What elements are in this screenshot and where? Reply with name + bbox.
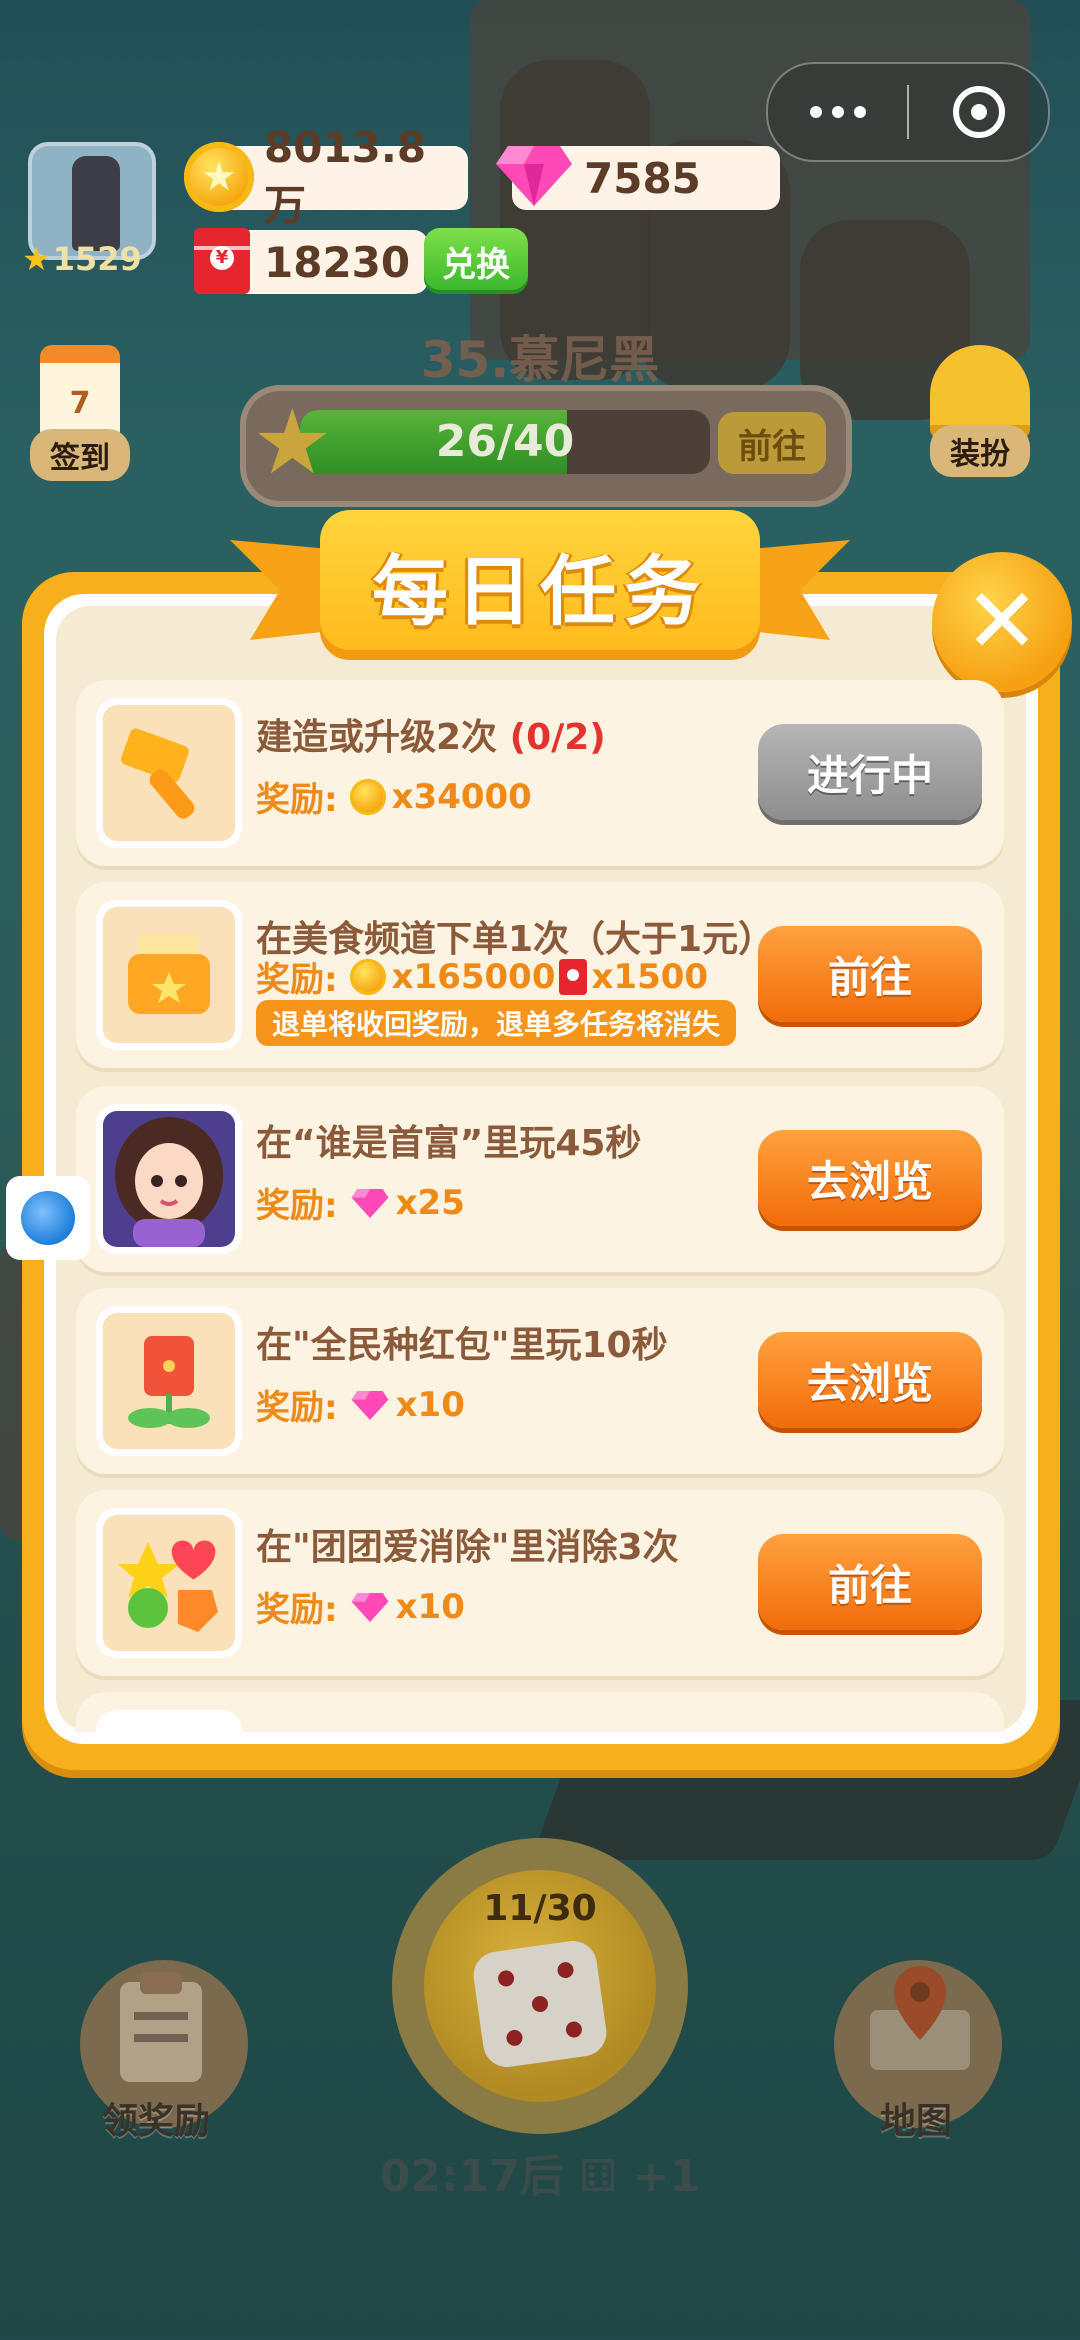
fruit-match-icon [103,1515,235,1651]
dress-up-label: 装扮 [930,425,1030,477]
reward-label: 奖励: [256,960,338,1000]
gem-icon [496,146,572,206]
reward-gem: x10 [395,1384,465,1425]
gem-value: 7585 [584,153,701,203]
task-item: 在“谁是首富”里玩45秒 奖励: x25 去浏览 [76,1086,1004,1272]
reward-coin: x165000 [391,956,556,997]
task-title: 在“谁是首富”里玩45秒 [256,1123,642,1164]
gem-icon [351,1188,389,1218]
dice-refill-timer: 02:17后 ⚅ +1 [370,2140,710,2204]
coin-icon [349,958,386,995]
map-pin-icon [870,1966,970,2070]
goto-button[interactable]: 前往 [758,926,982,1022]
gem-icon [351,1592,389,1622]
timer-text: 02:17后 [379,2151,564,2202]
city-title: 35.慕尼黑 [420,331,660,389]
reward-coin: x34000 [391,776,532,817]
floating-assistant-button[interactable] [6,1176,90,1260]
food-bag-icon [103,907,235,1043]
avatar-level: ★1529 [22,240,142,278]
reward-label: 奖励: [256,1186,338,1226]
close-miniprogram-icon[interactable] [909,86,1048,138]
refund-warning: 退单将收回奖励，退单多任务将消失 [256,1000,737,1046]
timer-bonus: +1 [632,2151,701,2202]
modal-title-ribbon: 每日任务 [320,510,760,660]
reward-redpacket: x1500 [591,956,709,997]
browse-button[interactable]: 去浏览 [758,1332,982,1428]
close-button[interactable]: ✕ [932,552,1072,692]
assistant-icon [21,1191,75,1245]
exchange-button[interactable]: 兑换 [424,228,528,294]
sign-in-label: 签到 [30,429,130,481]
red-packet-flower-icon [103,1313,235,1449]
task-title: 在"团团爱消除"里消除3次 [256,1527,679,1568]
coin-icon: ★ [184,142,254,212]
clipboard-icon [120,1972,202,2082]
star-icon: ★ [22,240,51,278]
in-progress-button[interactable]: 进行中 [758,724,982,820]
close-icon: ✕ [964,569,1040,674]
task-item: 建造或升级2次 (0/2) 奖励: x34000 进行中 [76,680,1004,866]
reward-label: 奖励: [256,1590,338,1630]
hammer-icon [103,705,235,841]
city-progress-text: 26/40 [435,416,575,467]
reward-gem: x25 [395,1182,465,1223]
coin-value: 8013.8万 [264,123,427,230]
task-item: 在"全民种红包"里玩10秒 奖励: x10 去浏览 [76,1288,1004,1474]
miniprogram-capsule [766,62,1050,162]
browse-button[interactable]: 去浏览 [758,1130,982,1226]
goto-button[interactable]: 前往 [758,1534,982,1630]
city-goto-button[interactable]: 前往 [718,412,826,474]
task-progress: (0/2) [509,717,606,758]
task-item: 在美食频道下单1次（大于1元） 奖励: x165000 x1500 退单将收回奖励，… [76,882,1004,1068]
dice-count: 11/30 [483,1888,597,1929]
map-label: 地图 [880,2101,953,2142]
redpacket-value: 18230 [264,237,411,287]
more-menu-icon[interactable] [768,106,907,118]
reward-gem: x10 [395,1586,465,1627]
modal-title: 每日任务 [372,547,708,636]
gem-icon [351,1390,389,1420]
girl-avatar-icon [103,1111,235,1247]
reward-label: 奖励: [256,780,338,820]
task-title: 建造或升级2次 [256,717,498,758]
red-packet-icon [559,958,588,995]
dice-small-icon: ⚅ [579,2151,618,2202]
task-item: 在"团团爱消除"里消除3次 奖励: x10 前往 [76,1490,1004,1676]
coin-icon [349,778,386,815]
task-title: 在"全民种红包"里玩10秒 [256,1325,668,1366]
task-item-partial [76,1692,1004,1740]
claim-reward-label: 领奖励 [102,2101,211,2142]
reward-label: 奖励: [256,1388,338,1428]
red-packet-icon [194,228,250,294]
dice-icon [470,1937,610,2071]
